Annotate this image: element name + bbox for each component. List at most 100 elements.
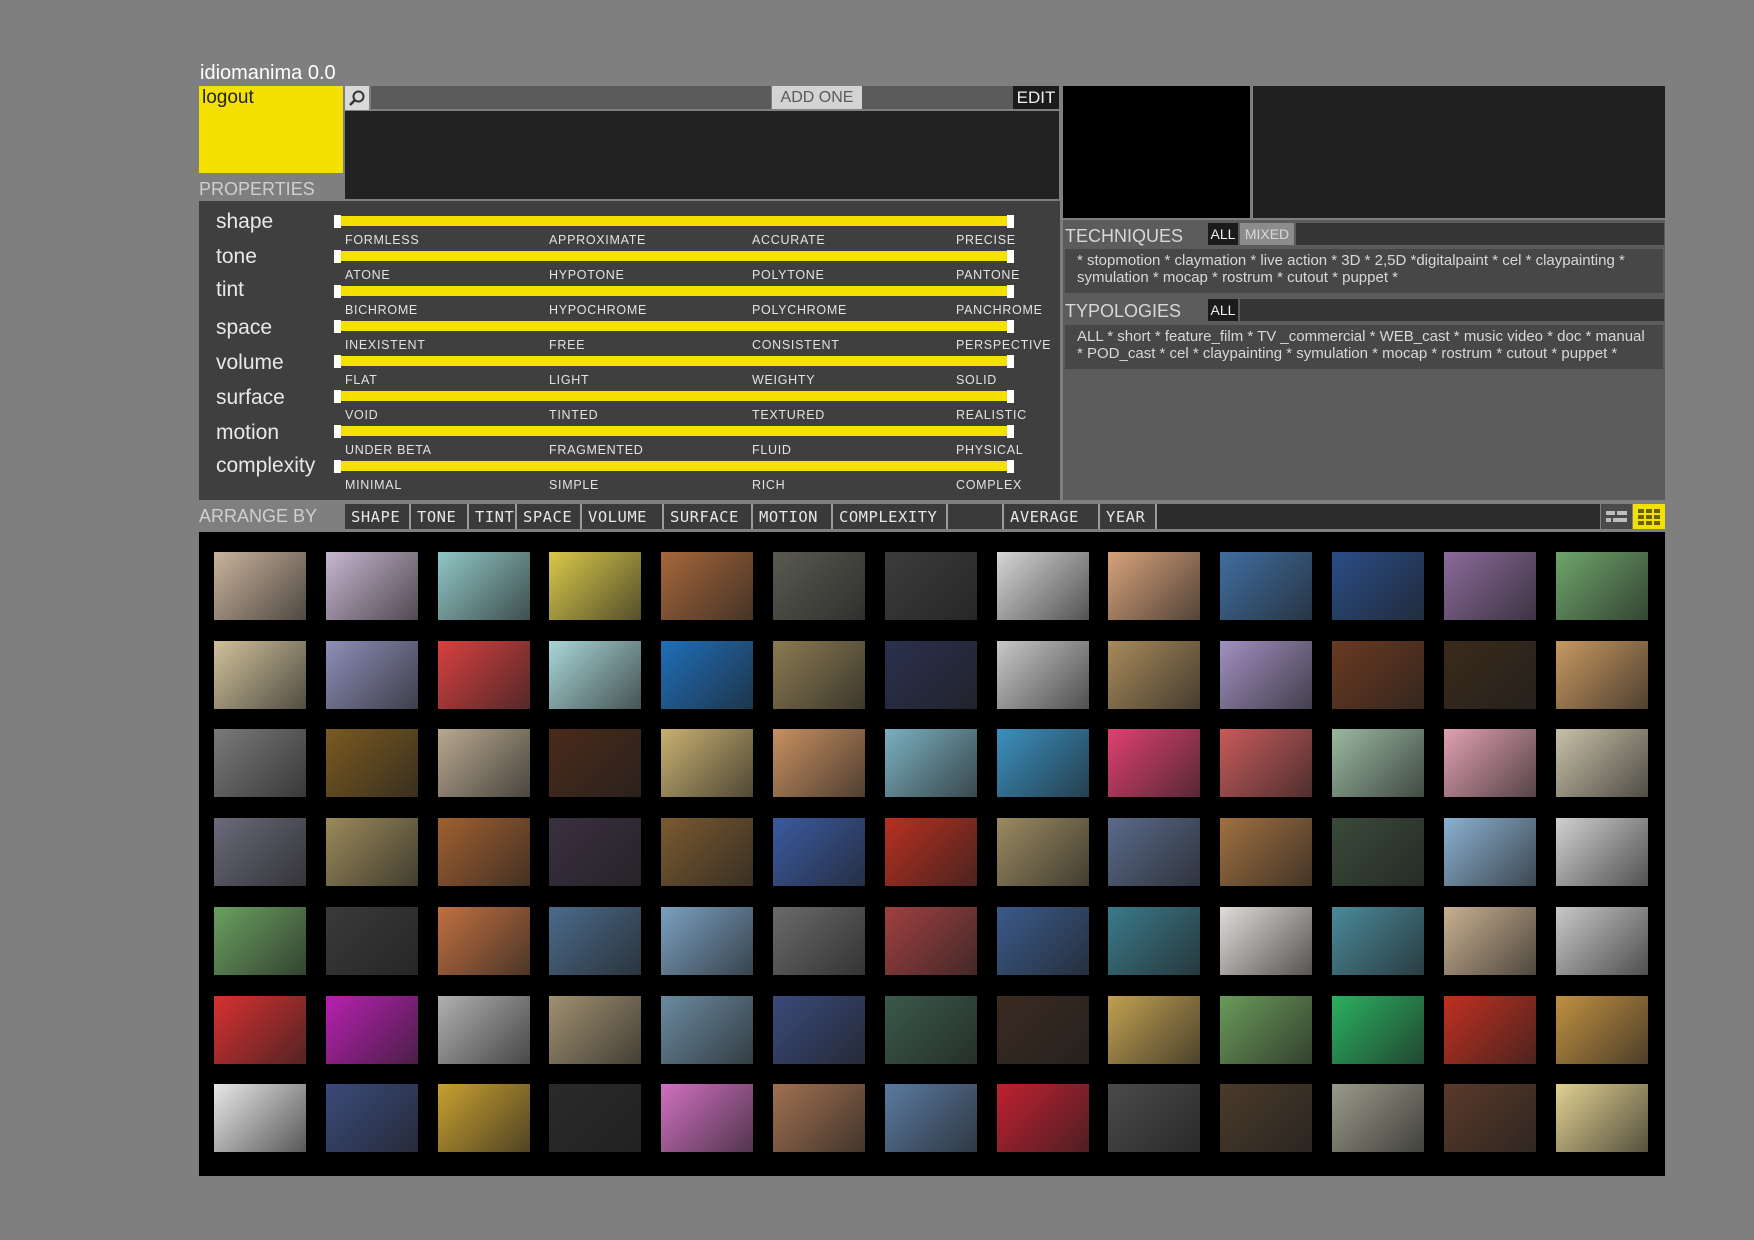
thumbnail-item[interactable] [661,729,754,798]
thumbnail-item[interactable] [437,906,530,975]
thumbnail-item[interactable] [996,906,1089,975]
thumbnail-item[interactable] [1108,552,1201,620]
thumbnail-item[interactable] [1332,995,1424,1064]
arrange-tone-button[interactable]: TONE [411,504,469,529]
thumbnail-item[interactable] [214,906,306,975]
thumbnail-item[interactable] [884,906,977,975]
thumbnail-item[interactable] [996,818,1089,887]
thumbnail-item[interactable] [661,640,754,709]
arrange-year-button[interactable]: YEAR [1100,504,1157,529]
thumbnail-item[interactable] [549,818,642,887]
thumbnail-item[interactable] [1332,640,1424,709]
thumbnail-item[interactable] [325,1084,418,1153]
typologies-all-button[interactable]: ALL [1208,299,1238,321]
thumbnail-item[interactable] [1108,640,1201,709]
thumbnail-item[interactable] [325,729,418,798]
thumbnail-item[interactable] [773,640,865,709]
thumbnail-item[interactable] [325,640,418,709]
thumbnail-item[interactable] [1443,818,1536,887]
slider-max-handle[interactable] [1007,390,1014,403]
thumbnail-item[interactable] [437,729,530,798]
arrange-complexity-button[interactable]: COMPLEXITY [833,504,948,529]
thumbnail-item[interactable] [884,729,977,798]
slider-min-handle[interactable] [334,215,341,228]
thumbnail-item[interactable] [1220,552,1313,620]
thumbnail-item[interactable] [437,640,530,709]
thumbnail-item[interactable] [996,729,1089,798]
techniques-list[interactable]: * stopmotion * claymation * live action … [1065,249,1663,293]
slider-max-handle[interactable] [1007,320,1014,333]
thumbnail-item[interactable] [661,818,754,887]
thumbnail-item[interactable] [1332,906,1424,975]
thumbnail-item[interactable] [549,1084,642,1153]
edit-button[interactable]: EDIT [1013,86,1059,109]
list-view-button[interactable] [1601,504,1632,529]
thumbnail-item[interactable] [549,906,642,975]
thumbnail-item[interactable] [661,906,754,975]
thumbnail-item[interactable] [773,906,865,975]
thumbnail-item[interactable] [1555,552,1648,620]
thumbnail-item[interactable] [996,640,1089,709]
thumbnail-item[interactable] [661,995,754,1064]
thumbnail-item[interactable] [1555,906,1648,975]
thumbnail-item[interactable] [1220,818,1313,887]
thumbnail-item[interactable] [1220,640,1313,709]
thumbnail-item[interactable] [884,552,977,620]
thumbnail-item[interactable] [1555,640,1648,709]
thumbnail-item[interactable] [1443,995,1536,1064]
property-tint-slider[interactable] [334,285,1014,298]
thumbnail-item[interactable] [214,729,306,798]
thumbnail-item[interactable] [1443,640,1536,709]
thumbnail-item[interactable] [1108,906,1201,975]
thumbnail-item[interactable] [1443,552,1536,620]
thumbnail-item[interactable] [1220,1084,1313,1153]
thumbnail-item[interactable] [437,552,530,620]
slider-max-handle[interactable] [1007,250,1014,263]
arrange-volume-button[interactable]: VOLUME [582,504,664,529]
thumbnail-item[interactable] [325,818,418,887]
thumbnail-item[interactable] [1220,906,1313,975]
arrange-surface-button[interactable]: SURFACE [664,504,753,529]
arrange-empty-button[interactable] [948,504,1004,529]
thumbnail-item[interactable] [1443,729,1536,798]
slider-max-handle[interactable] [1007,425,1014,438]
arrange-average-button[interactable]: AVERAGE [1004,504,1100,529]
thumbnail-item[interactable] [325,906,418,975]
thumbnail-item[interactable] [1220,995,1313,1064]
property-volume-slider[interactable] [334,355,1014,368]
slider-min-handle[interactable] [334,250,341,263]
thumbnail-item[interactable] [214,995,306,1064]
thumbnail-item[interactable] [1555,1084,1648,1153]
typologies-list[interactable]: ALL * short * feature_film * TV _commerc… [1065,325,1663,369]
slider-max-handle[interactable] [1007,285,1014,298]
thumbnail-item[interactable] [884,1084,977,1153]
thumbnail-item[interactable] [549,995,642,1064]
search-input[interactable] [371,86,771,109]
slider-min-handle[interactable] [334,320,341,333]
techniques-all-button[interactable]: ALL [1208,223,1238,245]
thumbnail-item[interactable] [661,552,754,620]
arrange-motion-button[interactable]: MOTION [753,504,833,529]
property-complexity-slider[interactable] [334,460,1014,473]
thumbnail-item[interactable] [661,1084,754,1153]
thumbnail-item[interactable] [549,729,642,798]
thumbnail-item[interactable] [214,640,306,709]
thumbnail-item[interactable] [1443,1084,1536,1153]
thumbnail-item[interactable] [1332,1084,1424,1153]
thumbnail-item[interactable] [773,552,865,620]
thumbnail-item[interactable] [1555,995,1648,1064]
property-surface-slider[interactable] [334,390,1014,403]
property-tone-slider[interactable] [334,250,1014,263]
thumbnail-item[interactable] [773,729,865,798]
thumbnail-item[interactable] [1108,1084,1201,1153]
thumbnail-item[interactable] [437,1084,530,1153]
property-shape-slider[interactable] [334,215,1014,228]
thumbnail-item[interactable] [1443,906,1536,975]
arrange-tint-button[interactable]: TINT [469,504,517,529]
thumbnail-item[interactable] [325,552,418,620]
thumbnail-item[interactable] [1108,995,1201,1064]
thumbnail-item[interactable] [996,552,1089,620]
thumbnail-item[interactable] [773,995,865,1064]
thumbnail-item[interactable] [884,995,977,1064]
logout-button[interactable]: logout [199,86,343,173]
